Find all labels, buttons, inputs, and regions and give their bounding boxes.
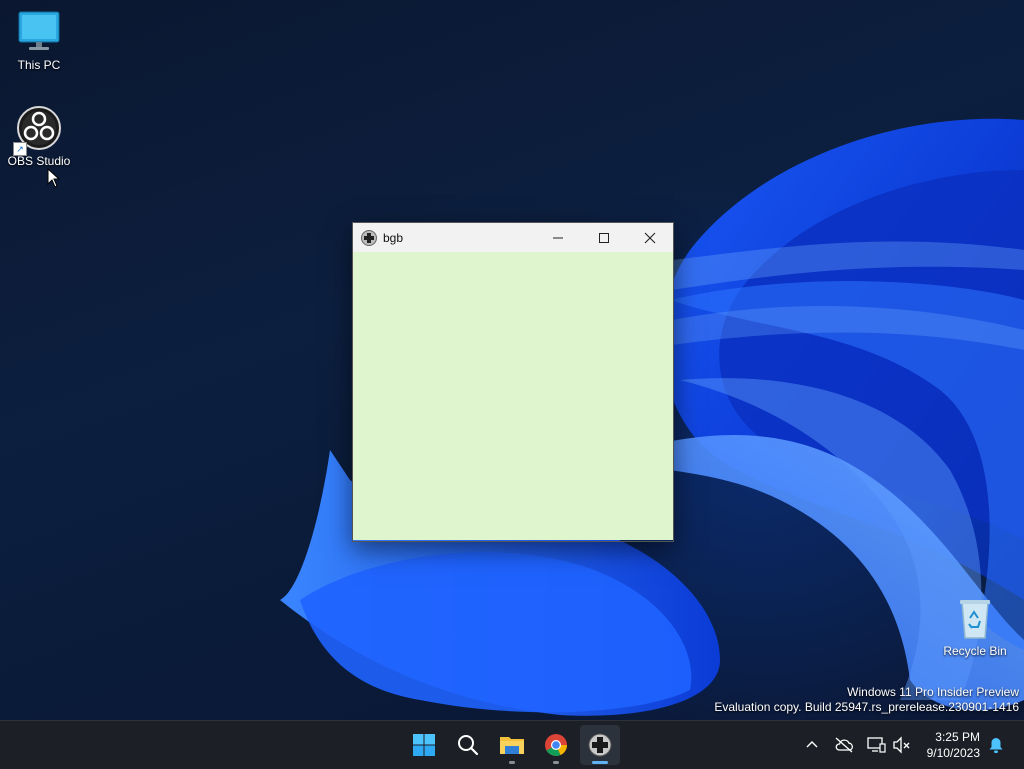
notification-bell-icon bbox=[989, 738, 1003, 753]
speaker-muted-icon bbox=[893, 736, 910, 754]
window-title: bgb bbox=[383, 230, 404, 245]
desktop-icon-label: This PC bbox=[17, 58, 61, 72]
window-client-area[interactable] bbox=[353, 252, 673, 540]
minimize-button[interactable] bbox=[535, 223, 581, 252]
notifications-button[interactable] bbox=[984, 733, 1008, 757]
taskbar-clock[interactable]: 3:25 PM 9/10/2023 bbox=[927, 729, 980, 761]
taskbar-search-button[interactable] bbox=[448, 725, 488, 765]
minimize-icon bbox=[553, 237, 563, 238]
maximize-button[interactable] bbox=[581, 223, 627, 252]
window-titlebar[interactable]: bgb bbox=[353, 223, 673, 252]
chevron-up-icon bbox=[806, 741, 818, 748]
close-button[interactable] bbox=[627, 223, 673, 252]
search-icon bbox=[458, 735, 479, 756]
taskbar-start-button[interactable] bbox=[404, 725, 444, 765]
desktop-icon-recycle-bin[interactable]: Recycle Bin bbox=[937, 596, 1013, 658]
desktop-icon-obs-studio[interactable]: ↗ OBS Studio bbox=[1, 106, 77, 168]
close-icon bbox=[644, 232, 656, 243]
taskbar-file-explorer-button[interactable] bbox=[492, 725, 532, 765]
volume-tray-button[interactable] bbox=[890, 733, 914, 757]
taskbar-chrome-button[interactable] bbox=[536, 725, 576, 765]
taskbar: 3:25 PM 9/10/2023 bbox=[0, 720, 1024, 769]
mouse-cursor-icon bbox=[47, 168, 61, 188]
clock-time: 3:25 PM bbox=[935, 730, 980, 744]
watermark-build: Evaluation copy. Build 25947.rs_prerelea… bbox=[714, 700, 1019, 714]
network-tray-button[interactable] bbox=[864, 733, 888, 757]
gamepad-icon bbox=[361, 229, 377, 246]
bgb-window[interactable]: bgb bbox=[352, 222, 674, 542]
active-indicator bbox=[592, 761, 608, 764]
windows-watermark: Windows 11 Pro Insider Preview Evaluatio… bbox=[714, 685, 1019, 715]
recycle-bin-icon bbox=[953, 596, 997, 640]
desktop-icon-label: OBS Studio bbox=[7, 154, 71, 168]
running-indicator bbox=[553, 761, 559, 764]
desktop-icon-label: Recycle Bin bbox=[943, 644, 1007, 658]
folder-icon bbox=[500, 737, 524, 754]
running-indicator bbox=[509, 761, 515, 764]
desktop: This PC ↗ OBS Studio Recycle Bin Windows… bbox=[0, 0, 1024, 720]
shortcut-arrow-icon: ↗ bbox=[13, 142, 27, 156]
taskbar-bgb-button[interactable] bbox=[580, 725, 620, 765]
windows-start-icon bbox=[413, 734, 435, 756]
gamepad-icon bbox=[588, 733, 612, 757]
obs-icon: ↗ bbox=[13, 106, 61, 156]
watermark-edition: Windows 11 Pro Insider Preview bbox=[847, 685, 1019, 699]
chrome-icon bbox=[545, 734, 567, 756]
cloud-off-icon bbox=[835, 737, 853, 753]
maximize-icon bbox=[599, 232, 609, 243]
monitor-icon bbox=[17, 10, 61, 54]
clock-date: 9/10/2023 bbox=[926, 746, 980, 760]
desktop-icon-this-pc[interactable]: This PC bbox=[1, 10, 77, 72]
network-icon bbox=[867, 737, 886, 753]
onedrive-tray-button[interactable] bbox=[832, 733, 856, 757]
show-hidden-icons-button[interactable] bbox=[800, 733, 824, 757]
